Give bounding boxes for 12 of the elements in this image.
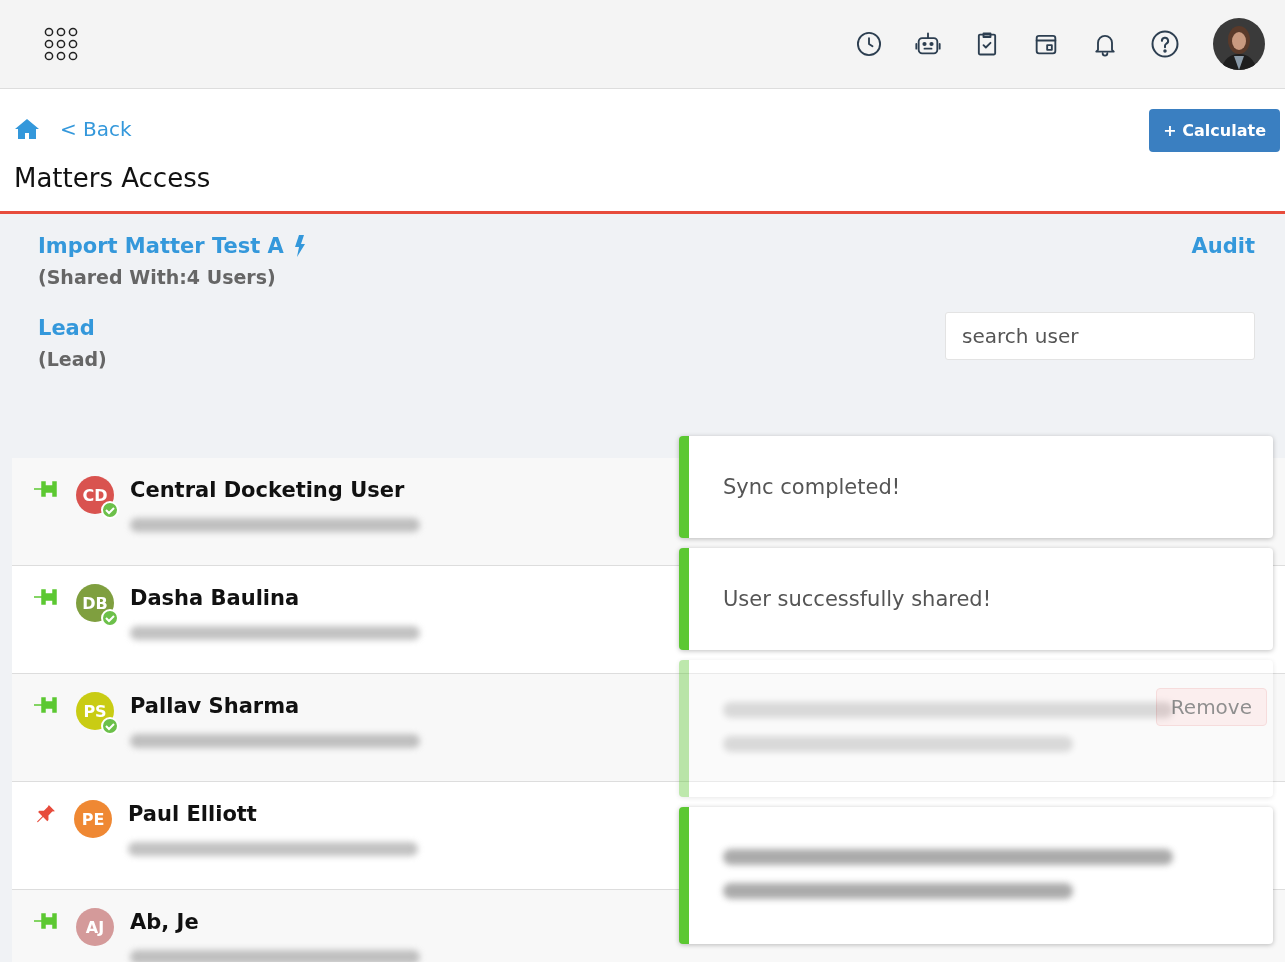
user-avatar: AJ bbox=[76, 908, 114, 946]
user-name: Central Docketing User bbox=[130, 478, 406, 502]
lead-role: (Lead) bbox=[38, 348, 107, 370]
user-name: Pallav Sharma bbox=[130, 694, 301, 718]
user-name: Paul Elliott bbox=[128, 802, 258, 826]
page-title: Matters Access bbox=[14, 163, 211, 193]
toast-notification: Sync completed! bbox=[679, 436, 1273, 538]
user-avatar: PE bbox=[74, 800, 112, 838]
user-name: Dasha Baulina bbox=[130, 586, 301, 610]
user-name: Ab, Je bbox=[130, 910, 200, 934]
toast-notification: User successfully shared! bbox=[679, 548, 1273, 650]
shared-count: (Shared With:4 Users) bbox=[38, 266, 277, 288]
